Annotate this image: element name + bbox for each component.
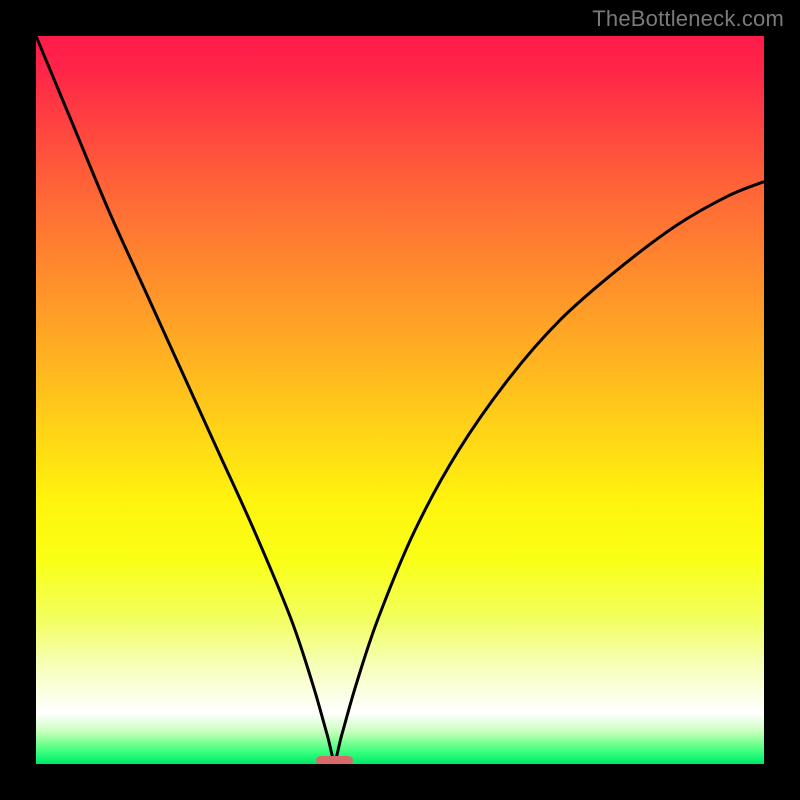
optimal-marker [316, 756, 352, 764]
curve-layer [36, 36, 764, 764]
plot-area [36, 36, 764, 764]
chart-frame: TheBottleneck.com [0, 0, 800, 800]
watermark-text: TheBottleneck.com [592, 6, 784, 32]
bottleneck-curve [36, 36, 764, 760]
